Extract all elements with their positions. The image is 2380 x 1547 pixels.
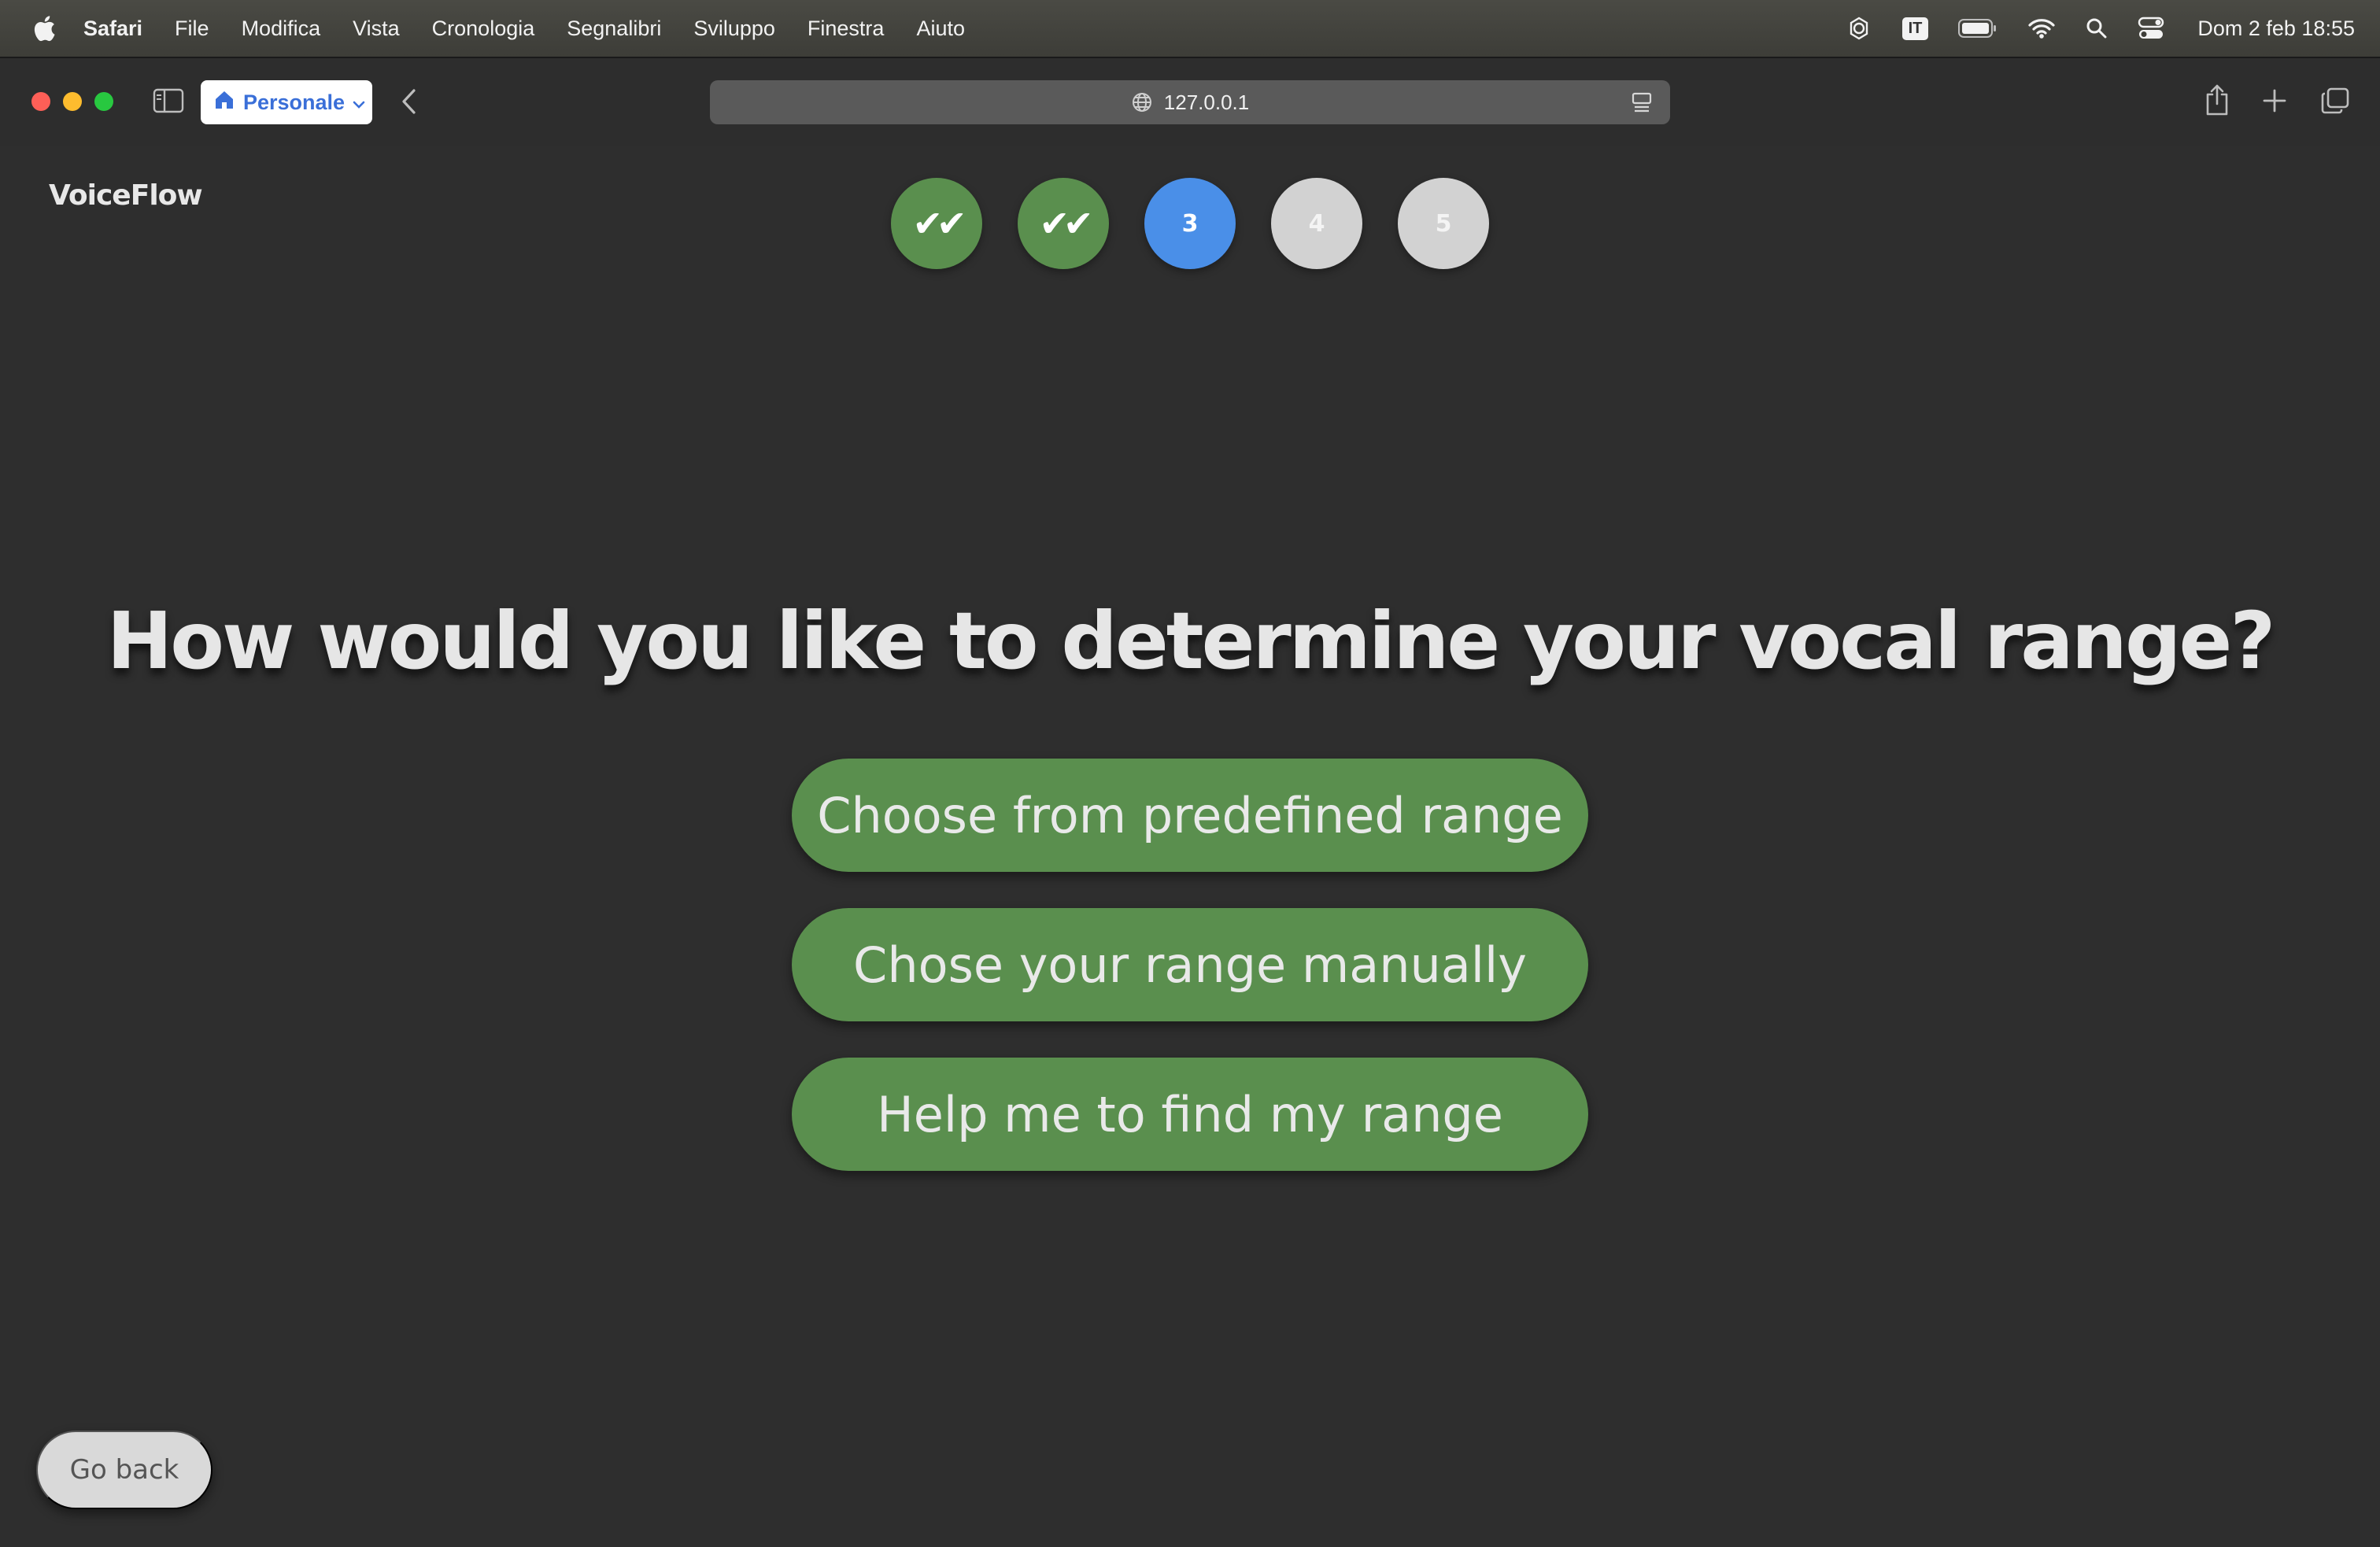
find-range-button[interactable]: Help me to find my range: [792, 1058, 1588, 1171]
address-bar[interactable]: 127.0.0.1: [710, 80, 1670, 124]
apple-icon[interactable]: [28, 13, 60, 44]
browser-window: Personale 127.0.0.1 VoiceFlow ✔✔ ✔✔ 3 4 …: [0, 57, 2380, 1547]
sidebar-toggle-icon[interactable]: [153, 88, 184, 113]
status-area: IT Dom 2 feb 18:55: [1816, 0, 2355, 57]
wifi-icon[interactable]: [2027, 17, 2056, 39]
page-title: How would you like to determine your voc…: [106, 595, 2276, 687]
progress-steps: ✔✔ ✔✔ 3 4 5: [891, 178, 1524, 269]
menu-aiuto[interactable]: Aiuto: [916, 17, 965, 41]
home-icon: [213, 89, 235, 116]
predefined-range-button[interactable]: Choose from predefined range: [792, 759, 1588, 872]
step-3-current: 3: [1144, 178, 1236, 269]
share-icon[interactable]: [2204, 83, 2230, 116]
battery-icon[interactable]: [1958, 18, 1998, 39]
url-text: 127.0.0.1: [1163, 90, 1250, 114]
menu-cronologia[interactable]: Cronologia: [432, 17, 535, 41]
browser-toolbar: Personale 127.0.0.1: [0, 58, 2380, 146]
chevron-down-icon: [353, 90, 365, 115]
web-page: VoiceFlow ✔✔ ✔✔ 3 4 5 How would you like…: [0, 146, 2380, 1547]
chatgpt-icon[interactable]: [1846, 15, 1872, 42]
profile-selector-button[interactable]: Personale: [201, 80, 372, 124]
menu-app-name[interactable]: Safari: [83, 17, 142, 41]
close-window-button[interactable]: [31, 92, 50, 111]
keyboard-layout-badge[interactable]: IT: [1901, 17, 1929, 40]
new-tab-plus-icon[interactable]: [2262, 88, 2287, 113]
menu-vista[interactable]: Vista: [353, 17, 400, 41]
step-5-pending: 5: [1398, 178, 1489, 269]
zoom-window-button[interactable]: [94, 92, 113, 111]
step-1-completed: ✔✔: [891, 178, 982, 269]
voiceflow-logo[interactable]: VoiceFlow: [49, 179, 203, 212]
globe-icon: [1131, 91, 1153, 113]
tab-overview-icon[interactable]: [2320, 87, 2350, 115]
menubar-clock[interactable]: Dom 2 feb 18:55: [2197, 17, 2355, 41]
manual-range-button[interactable]: Chose your range manually: [792, 908, 1588, 1021]
reader-mode-icon[interactable]: [1631, 91, 1653, 119]
minimize-window-button[interactable]: [63, 92, 82, 111]
menu-modifica[interactable]: Modifica: [242, 17, 321, 41]
step-2-completed: ✔✔: [1018, 178, 1109, 269]
menu-sviluppo[interactable]: Sviluppo: [693, 17, 775, 41]
go-back-button[interactable]: Go back: [36, 1431, 213, 1509]
back-arrow-icon[interactable]: [400, 88, 419, 115]
step-4-pending: 4: [1271, 178, 1362, 269]
profile-label: Personale: [243, 90, 346, 114]
menu-finestra[interactable]: Finestra: [808, 17, 885, 41]
control-center-icon[interactable]: [2138, 17, 2166, 40]
menu-segnalibri[interactable]: Segnalibri: [567, 17, 661, 41]
menu-bar: Safari File Modifica Vista Cronologia Se…: [0, 0, 2380, 57]
spotlight-search-icon[interactable]: [2086, 17, 2108, 39]
menu-file[interactable]: File: [175, 17, 209, 41]
